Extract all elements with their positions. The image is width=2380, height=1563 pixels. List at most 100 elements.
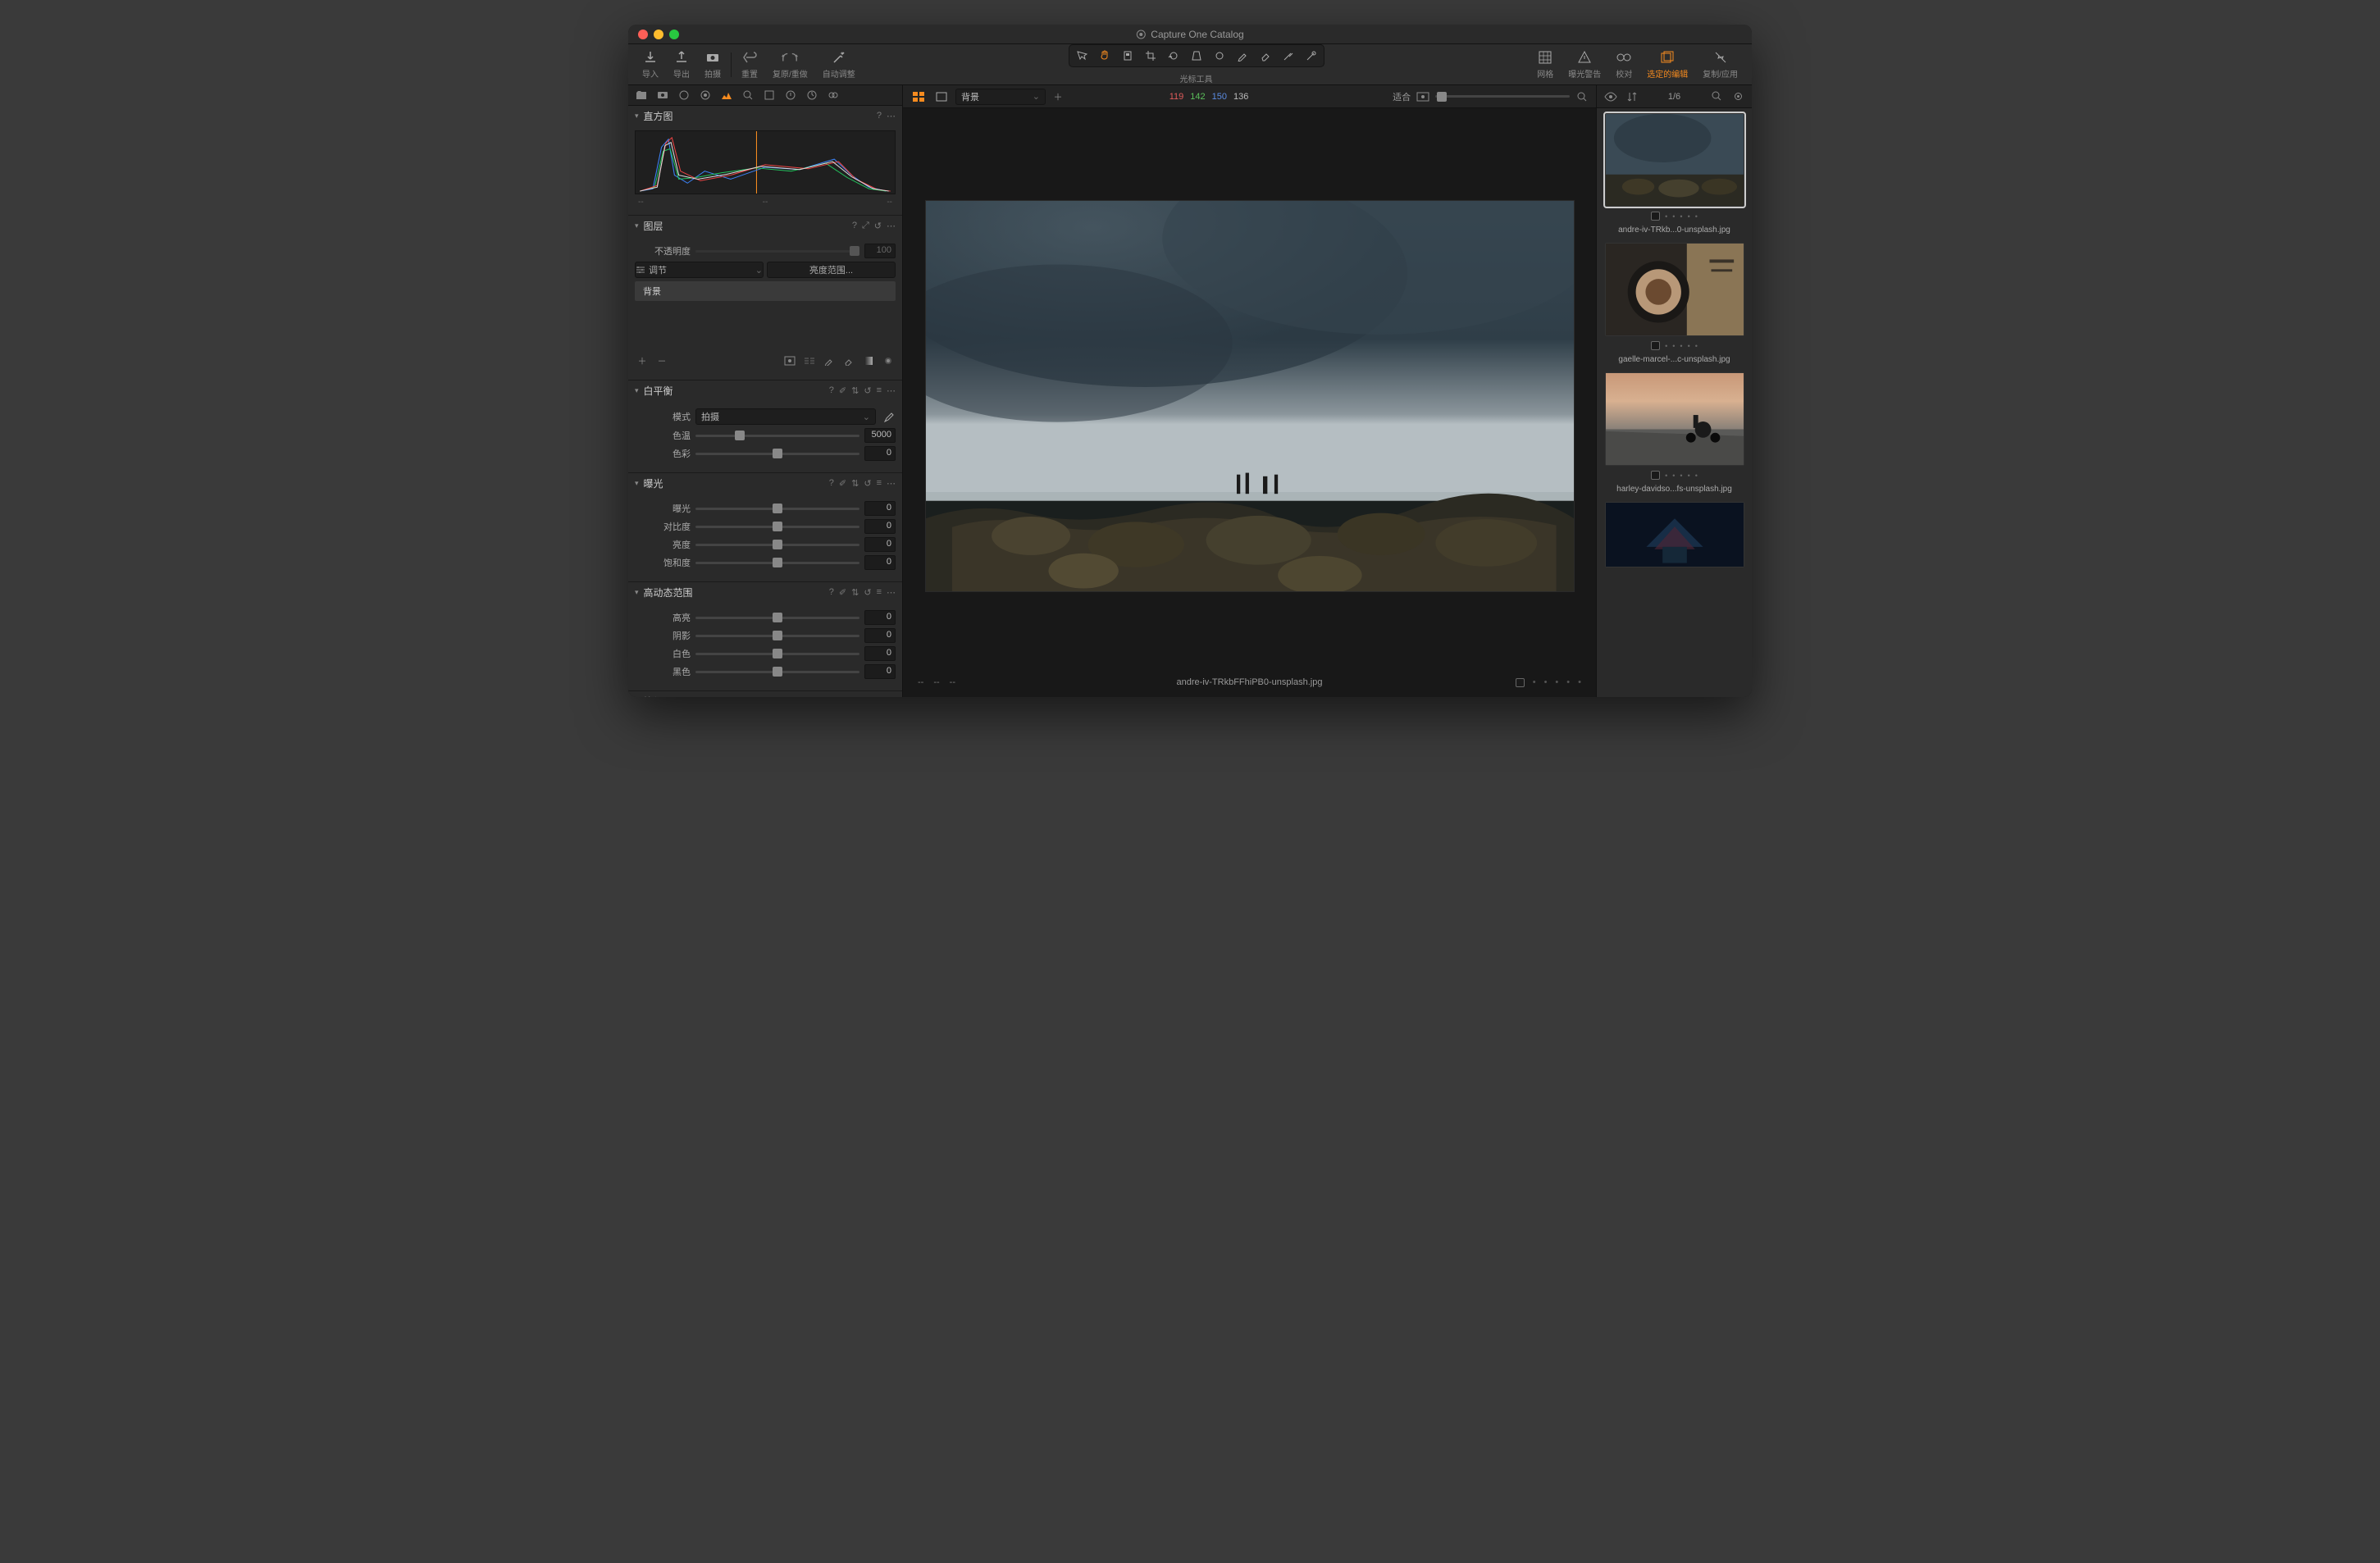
keystone-tool[interactable]	[1186, 47, 1207, 65]
menu-icon[interactable]: ⋯	[887, 221, 896, 231]
adjust-tab[interactable]	[759, 85, 779, 105]
exposure-value[interactable]: 0	[864, 501, 896, 516]
wb-eyedropper-icon[interactable]	[881, 409, 896, 424]
reset-button[interactable]: 重置	[736, 47, 764, 82]
grid-button[interactable]: 网格	[1531, 47, 1559, 82]
batch-tab[interactable]	[823, 85, 843, 105]
picker-icon[interactable]: ✐	[839, 696, 846, 698]
temp-slider[interactable]	[695, 430, 859, 441]
hdr-header[interactable]: ▾ 高动态范围 ?✐⇅↺≡⋯	[628, 582, 902, 602]
copy-icon[interactable]: ⇅	[851, 696, 859, 698]
picker-icon[interactable]: ✐	[839, 385, 846, 396]
preset-icon[interactable]: ≡	[877, 385, 882, 396]
auto-adjust-button[interactable]: 自动调整	[817, 47, 861, 82]
minimize-button[interactable]	[654, 30, 663, 39]
copy-icon[interactable]: ⇅	[851, 478, 859, 489]
single-view-button[interactable]	[932, 89, 951, 105]
wb-mode-select[interactable]: 拍摄⌄	[695, 408, 876, 425]
zoom-slider[interactable]	[1435, 91, 1570, 103]
saturation-slider[interactable]	[695, 557, 859, 568]
capture-tab[interactable]	[653, 85, 673, 105]
help-icon[interactable]: ?	[877, 111, 882, 121]
tint-value[interactable]: 0	[864, 446, 896, 461]
tint-slider[interactable]	[695, 448, 859, 459]
black-slider[interactable]	[695, 666, 859, 677]
proof-button[interactable]: 校对	[1610, 47, 1638, 82]
picker-icon[interactable]: ✐	[839, 478, 846, 489]
picker-icon[interactable]: ✐	[839, 587, 846, 598]
layers-header[interactable]: ▾ 图层 ?⤢↺⋯	[628, 216, 902, 235]
menu-icon[interactable]: ⋯	[887, 696, 896, 698]
menu-icon[interactable]: ⋯	[887, 478, 896, 489]
import-button[interactable]: 导入	[636, 47, 664, 82]
pick-checkbox[interactable]	[1516, 678, 1525, 687]
thumbnail-list[interactable]: ••••• andre-iv-TRkb...0-unsplash.jpg •••…	[1597, 108, 1752, 697]
loupe-tool[interactable]	[1117, 47, 1138, 65]
viewer-layer-select[interactable]: 背景⌄	[955, 89, 1046, 105]
maximize-button[interactable]	[669, 30, 679, 39]
eraser-tool[interactable]	[1255, 47, 1276, 65]
thumb-checkbox[interactable]	[1651, 471, 1660, 480]
details-tab[interactable]	[738, 85, 758, 105]
preset-icon[interactable]: ≡	[877, 478, 882, 489]
multi-view-button[interactable]	[910, 89, 928, 105]
spot-tool[interactable]	[1209, 47, 1230, 65]
layer-background[interactable]: 背景	[635, 281, 896, 301]
color-tab[interactable]	[695, 85, 715, 105]
browser-search-icon[interactable]	[1709, 89, 1724, 104]
invert-mask-icon[interactable]	[802, 353, 817, 368]
gradient-mask-icon[interactable]	[861, 353, 876, 368]
copy-apply-button[interactable]: 复制/应用	[1697, 47, 1744, 82]
output-tab[interactable]	[802, 85, 822, 105]
contrast-slider[interactable]	[695, 521, 859, 532]
help-icon[interactable]: ?	[829, 587, 834, 598]
browser-filter-icon[interactable]	[1730, 89, 1745, 104]
brightness-value[interactable]: 0	[864, 537, 896, 552]
temp-value[interactable]: 5000	[864, 428, 896, 443]
exposure-tab[interactable]	[717, 85, 736, 105]
expand-icon[interactable]: ⤢	[862, 221, 869, 231]
help-icon[interactable]: ?	[829, 385, 834, 396]
reset-icon[interactable]: ↺	[864, 587, 871, 598]
close-button[interactable]	[638, 30, 648, 39]
crop-tool[interactable]	[1140, 47, 1161, 65]
menu-icon[interactable]: ⋯	[887, 385, 896, 396]
sort-icon[interactable]	[1625, 89, 1639, 104]
viewer-canvas[interactable]	[903, 108, 1596, 668]
histogram-header[interactable]: ▾ 直方图 ?⋯	[628, 106, 902, 125]
highlight-value[interactable]: 0	[864, 610, 896, 625]
erase-mask-icon[interactable]	[841, 353, 856, 368]
eye-icon[interactable]	[1603, 89, 1618, 104]
thumbnail-item[interactable]: ••••• andre-iv-TRkb...0-unsplash.jpg	[1602, 113, 1747, 235]
edit-selected-button[interactable]: 选定的编辑	[1641, 47, 1694, 82]
thumbnail-item[interactable]: ••••• gaelle-marcel-...c-unsplash.jpg	[1602, 243, 1747, 364]
white-slider[interactable]	[695, 648, 859, 659]
exposure-header[interactable]: ▾ 曝光 ?✐⇅↺≡⋯	[628, 473, 902, 493]
opacity-slider[interactable]	[695, 245, 859, 257]
menu-icon[interactable]: ⋯	[887, 111, 896, 121]
thumb-checkbox[interactable]	[1651, 212, 1660, 221]
zoom-100-button[interactable]	[1575, 89, 1589, 104]
thumbnail-item[interactable]: ••••• harley-davidso...fs-unsplash.jpg	[1602, 372, 1747, 494]
library-tab[interactable]	[631, 85, 651, 105]
radial-tool[interactable]	[1301, 47, 1322, 65]
preset-icon[interactable]: ≡	[877, 587, 882, 598]
copy-icon[interactable]: ⇅	[851, 587, 859, 598]
contrast-value[interactable]: 0	[864, 519, 896, 534]
add-layer-button[interactable]: ＋	[635, 353, 650, 368]
undo-redo-button[interactable]: 复原/重做	[767, 47, 814, 82]
white-balance-header[interactable]: ▾ 白平衡 ?✐⇅↺≡⋯	[628, 380, 902, 400]
rotate-tool[interactable]	[1163, 47, 1184, 65]
capture-button[interactable]: 拍摄	[699, 47, 727, 82]
thumb-checkbox[interactable]	[1651, 341, 1660, 350]
exposure-warning-button[interactable]: 曝光警告	[1562, 47, 1607, 82]
help-icon[interactable]: ?	[852, 221, 857, 231]
brush-mask-icon[interactable]	[822, 353, 837, 368]
export-button[interactable]: 导出	[668, 47, 695, 82]
layer-adjust-select[interactable]: 调节⌄	[635, 262, 764, 278]
reset-icon[interactable]: ↺	[864, 696, 871, 698]
white-value[interactable]: 0	[864, 646, 896, 661]
brush-tool[interactable]	[1232, 47, 1253, 65]
add-readout-button[interactable]: ＋	[1051, 89, 1065, 104]
saturation-value[interactable]: 0	[864, 555, 896, 570]
